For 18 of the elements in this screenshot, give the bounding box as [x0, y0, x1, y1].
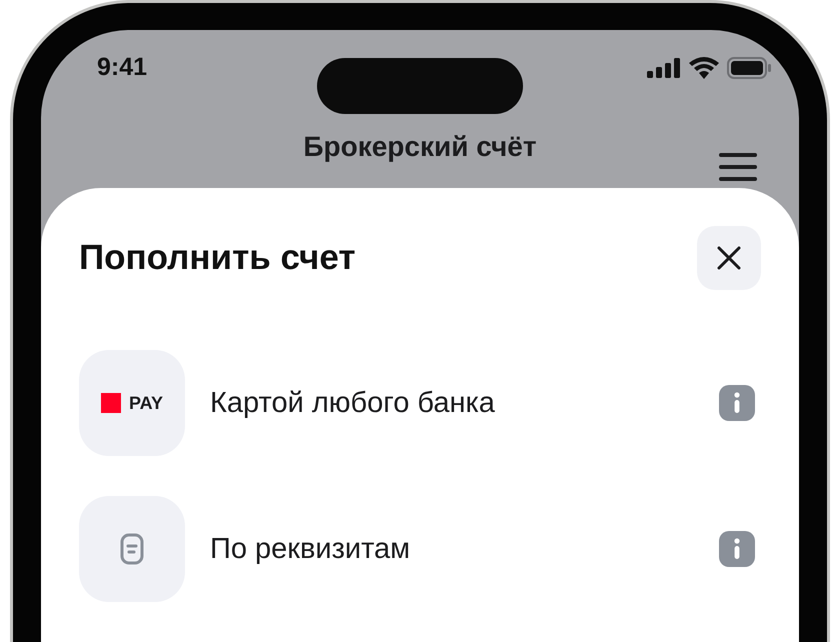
- square-icon: [100, 393, 121, 413]
- pay-logo-text: PAY: [128, 392, 164, 414]
- signal-icon: [647, 58, 681, 78]
- document-icon: [120, 533, 144, 565]
- battery-icon: [727, 56, 771, 79]
- method-label: Картой любого банка: [210, 386, 495, 420]
- status-time: 9:41: [97, 53, 148, 82]
- payment-method[interactable]: По реквизитам: [79, 496, 761, 602]
- close-icon: [717, 246, 741, 270]
- wifi-icon: [689, 56, 719, 79]
- menu-icon[interactable]: [719, 153, 757, 182]
- info-icon[interactable]: [719, 385, 755, 421]
- payment-method[interactable]: PAY Картой любого банка: [79, 350, 761, 456]
- method-label: По реквизитам: [210, 532, 410, 566]
- sheet-title: Пополнить счет: [79, 238, 356, 278]
- close-button[interactable]: [697, 226, 761, 290]
- screen-title: Брокерский счёт: [303, 130, 537, 163]
- info-icon[interactable]: [719, 531, 755, 567]
